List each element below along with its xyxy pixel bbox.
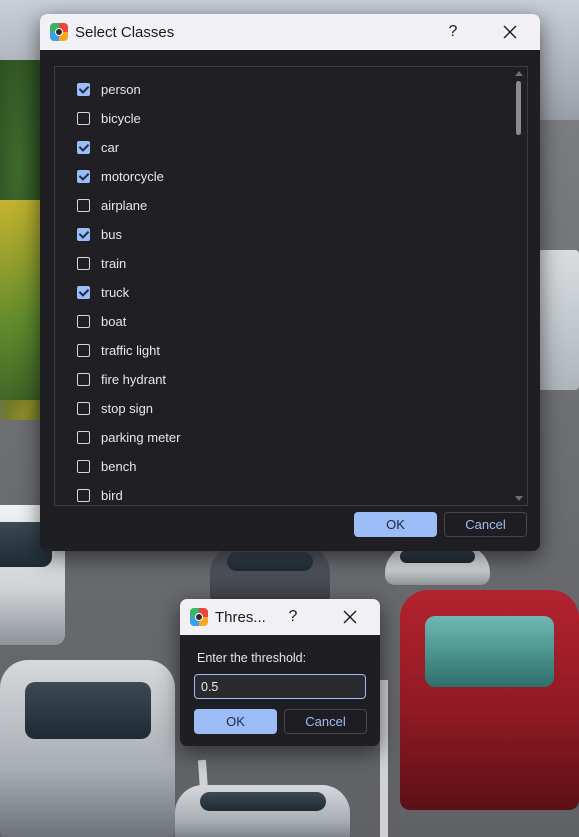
scroll-up-arrow-icon[interactable]: [515, 71, 523, 76]
class-list-item[interactable]: fire hydrant: [55, 365, 507, 394]
class-label: bicycle: [101, 111, 141, 126]
class-list-item[interactable]: motorcycle: [55, 162, 507, 191]
class-checkbox[interactable]: [77, 315, 90, 328]
class-label: stop sign: [101, 401, 154, 416]
class-checkbox[interactable]: [77, 228, 90, 241]
close-button[interactable]: [497, 14, 523, 50]
class-checkbox[interactable]: [77, 286, 90, 299]
close-icon: [343, 610, 357, 624]
class-checkbox[interactable]: [77, 257, 90, 270]
close-button[interactable]: [337, 599, 363, 635]
question-mark-icon: ?: [448, 23, 458, 40]
class-label: truck: [101, 285, 130, 300]
class-label: boat: [101, 314, 127, 329]
class-checkbox[interactable]: [77, 199, 90, 212]
class-list-item[interactable]: parking meter: [55, 423, 507, 452]
cancel-button[interactable]: Cancel: [284, 709, 367, 734]
class-label: fire hydrant: [101, 372, 167, 387]
class-list-item[interactable]: airplane: [55, 191, 507, 220]
class-list-item[interactable]: car: [55, 133, 507, 162]
threshold-titlebar: Thres... ?: [180, 599, 380, 635]
class-label: train: [101, 256, 127, 271]
class-checkbox[interactable]: [77, 489, 90, 502]
class-checkbox[interactable]: [77, 373, 90, 386]
class-label: person: [101, 82, 141, 97]
ok-button[interactable]: OK: [354, 512, 437, 537]
dialog-title: Thres...: [215, 608, 266, 626]
threshold-input[interactable]: [194, 674, 366, 699]
class-label: traffic light: [101, 343, 161, 358]
class-label: airplane: [101, 198, 148, 213]
class-label: motorcycle: [101, 169, 164, 184]
class-list-item[interactable]: bird: [55, 481, 507, 505]
class-label: car: [101, 140, 120, 155]
threshold-dialog: Thres... ? Enter the threshold: OK Cance…: [180, 599, 380, 746]
class-label: bus: [101, 227, 122, 242]
ok-button[interactable]: OK: [194, 709, 277, 734]
class-checkbox[interactable]: [77, 112, 90, 125]
class-list-item[interactable]: bus: [55, 220, 507, 249]
class-list-item[interactable]: train: [55, 249, 507, 278]
scrollbar-thumb[interactable]: [516, 81, 521, 135]
class-checkbox[interactable]: [77, 344, 90, 357]
class-list-item[interactable]: boat: [55, 307, 507, 336]
class-label: parking meter: [101, 430, 181, 445]
class-checkbox[interactable]: [77, 431, 90, 444]
cancel-button[interactable]: Cancel: [444, 512, 527, 537]
question-mark-icon: ?: [288, 608, 298, 625]
class-label: bench: [101, 459, 137, 474]
classes-titlebar: Select Classes ?: [40, 14, 540, 50]
dialog-title: Select Classes: [75, 23, 175, 41]
class-label: bird: [101, 488, 123, 503]
close-icon: [503, 25, 517, 39]
class-list-item[interactable]: bench: [55, 452, 507, 481]
class-checkbox[interactable]: [77, 402, 90, 415]
class-checkbox[interactable]: [77, 460, 90, 473]
class-list-item[interactable]: stop sign: [55, 394, 507, 423]
help-button[interactable]: ?: [440, 14, 466, 50]
threshold-prompt-label: Enter the threshold:: [197, 651, 307, 665]
class-list-item[interactable]: traffic light: [55, 336, 507, 365]
list-scrollbar[interactable]: [511, 67, 527, 505]
app-logo-icon: [190, 608, 208, 626]
scroll-down-arrow-icon[interactable]: [515, 496, 523, 501]
class-list-item[interactable]: bicycle: [55, 104, 507, 133]
class-checkbox[interactable]: [77, 170, 90, 183]
help-button[interactable]: ?: [280, 599, 306, 635]
class-checkbox[interactable]: [77, 83, 90, 96]
class-list-item[interactable]: truck: [55, 278, 507, 307]
class-checkbox[interactable]: [77, 141, 90, 154]
select-classes-dialog: Select Classes ? person bicycle car motorcy…: [40, 14, 540, 551]
class-list[interactable]: person bicycle car motorcycle airplane bus tra…: [54, 66, 528, 506]
app-logo-icon: [50, 23, 68, 41]
class-list-item[interactable]: person: [55, 75, 507, 104]
